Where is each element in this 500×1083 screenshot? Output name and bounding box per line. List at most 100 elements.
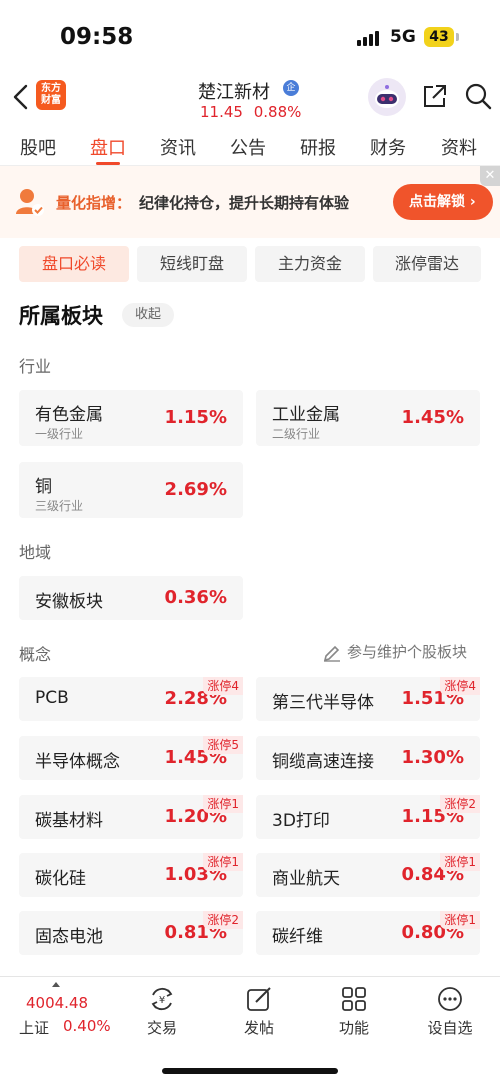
yuan-cycle-icon: ¥ — [151, 987, 173, 1011]
assistant-robot-icon[interactable] — [368, 78, 406, 116]
limit-up-badge: 涨停4 — [203, 677, 243, 695]
unlock-button[interactable]: 点击解锁 › — [393, 184, 493, 220]
tab-profile[interactable]: 资料 — [441, 134, 477, 160]
concept-name: 碳化硅 — [35, 869, 86, 889]
subtab-short-term[interactable]: 短线盯盘 — [137, 246, 247, 282]
price-value: 11.45 — [200, 103, 243, 121]
tab-finance[interactable]: 财务 — [370, 134, 406, 160]
index-name: 上证 — [19, 1019, 50, 1037]
subtab-main-funds[interactable]: 主力资金 — [255, 246, 365, 282]
industry-card[interactable]: 铜 三级行业 2.69% — [19, 462, 243, 518]
battery-tip — [456, 33, 459, 41]
sector-name: 工业金属 — [272, 405, 340, 425]
nav-trade[interactable]: ¥ 交易 — [132, 985, 192, 1045]
sub-tabs: 盘口必读 短线盯盘 主力资金 涨停雷达 — [0, 246, 500, 282]
grid-icon — [342, 987, 366, 1011]
concept-name: 第三代半导体 — [272, 693, 374, 713]
nav-label: 发帖 — [243, 1019, 274, 1037]
nav-label: 功能 — [338, 1019, 369, 1037]
limit-up-badge: 涨停5 — [203, 736, 243, 754]
concept-card[interactable]: 3D打印 1.15% 涨停2 — [256, 795, 480, 839]
main-tabs: 股吧 盘口 资讯 公告 研报 财务 资料 — [0, 124, 500, 166]
sector-level: 三级行业 — [35, 499, 84, 513]
edit-icon — [323, 645, 340, 662]
bottom-bar: 4004.48 上证 0.40% ¥ 交易 发帖 功能 设自选 — [0, 976, 500, 1083]
concept-card[interactable]: 碳基材料 1.20% 涨停1 — [19, 795, 243, 839]
index-value: 4004.48 — [26, 994, 89, 1012]
nav-label: 交易 — [146, 1019, 177, 1037]
banner-title: 量化指增： — [56, 194, 132, 212]
banner-close-button[interactable]: ✕ — [480, 166, 500, 186]
concept-name: 碳基材料 — [35, 811, 103, 831]
concept-name: 固态电池 — [35, 927, 103, 947]
battery-icon: 43 — [424, 27, 454, 47]
concept-card[interactable]: 第三代半导体 1.51% 涨停4 — [256, 677, 480, 721]
index-pct: 0.40% — [63, 1017, 111, 1035]
stock-header: 东方 财富 楚江新材 企 11.45 0.88% — [0, 72, 500, 124]
stock-name[interactable]: 楚江新材 — [198, 78, 270, 104]
region-label: 地域 — [19, 543, 52, 562]
status-bar: 09:58 5G 43 — [0, 0, 500, 72]
tab-research[interactable]: 研报 — [300, 134, 336, 160]
concept-name: PCB — [35, 688, 69, 708]
tab-pankou[interactable]: 盘口 — [90, 134, 126, 160]
stock-price: 11.45 0.88% — [200, 103, 301, 121]
collapse-button[interactable]: 收起 — [122, 303, 174, 327]
tab-announcements[interactable]: 公告 — [230, 134, 266, 160]
app-logo: 东方 财富 — [36, 80, 66, 110]
limit-up-badge: 涨停4 — [440, 677, 480, 695]
enterprise-badge: 企 — [283, 80, 299, 96]
nav-add-watchlist[interactable]: 设自选 — [420, 985, 480, 1045]
sector-name: 铜 — [35, 477, 52, 497]
concept-name: 3D打印 — [272, 811, 330, 831]
concept-label: 概念 — [19, 645, 52, 664]
nav-label: 设自选 — [427, 1019, 473, 1037]
region-card[interactable]: 安徽板块 0.36% — [19, 576, 243, 620]
limit-up-badge: 涨停2 — [203, 911, 243, 929]
industry-card[interactable]: 有色金属 一级行业 1.15% — [19, 390, 243, 446]
sector-level: 一级行业 — [35, 427, 84, 441]
sector-level: 二级行业 — [272, 427, 321, 441]
maintain-text: 参与维护个股板块 — [347, 643, 468, 661]
sector-name: 有色金属 — [35, 405, 103, 425]
home-indicator — [162, 1068, 338, 1074]
concept-name: 商业航天 — [272, 869, 340, 889]
concept-name: 铜缆高速连接 — [272, 752, 374, 772]
concept-card[interactable]: 半导体概念 1.45% 涨停5 — [19, 736, 243, 780]
back-arrow-icon[interactable] — [10, 82, 32, 112]
concept-card[interactable]: 商业航天 0.84% 涨停1 — [256, 853, 480, 897]
concept-card[interactable]: 铜缆高速连接 1.30% — [256, 736, 480, 780]
share-icon[interactable] — [421, 82, 449, 110]
concept-name: 半导体概念 — [35, 752, 120, 772]
limit-up-badge: 涨停1 — [203, 853, 243, 871]
limit-up-badge: 涨停1 — [440, 911, 480, 929]
active-tab-indicator — [96, 162, 120, 165]
subtab-must-read[interactable]: 盘口必读 — [19, 246, 129, 282]
svg-text:¥: ¥ — [159, 995, 165, 1006]
subtab-limit-up-radar[interactable]: 涨停雷达 — [373, 246, 481, 282]
expand-up-icon — [52, 982, 60, 987]
industry-card[interactable]: 工业金属 二级行业 1.45% — [256, 390, 480, 446]
nav-post[interactable]: 发帖 — [229, 985, 289, 1045]
compose-icon — [247, 987, 271, 1011]
status-time: 09:58 — [60, 24, 134, 50]
sector-name: 安徽板块 — [35, 592, 103, 612]
limit-up-badge: 涨停1 — [440, 853, 480, 871]
sector-pct: 1.45% — [401, 407, 464, 428]
industry-label: 行业 — [19, 357, 52, 376]
concept-card[interactable]: 碳纤维 0.80% 涨停1 — [256, 911, 480, 955]
promo-banner[interactable]: 量化指增： 纪律化持仓，提升长期持有体验 点击解锁 › — [0, 166, 500, 238]
concept-card[interactable]: 碳化硅 1.03% 涨停1 — [19, 853, 243, 897]
signal-icon — [357, 30, 385, 46]
tab-guba[interactable]: 股吧 — [20, 134, 56, 160]
concept-card[interactable]: 固态电池 0.81% 涨停2 — [19, 911, 243, 955]
concept-card[interactable]: PCB 2.28% 涨停4 — [19, 677, 243, 721]
more-dots-icon — [438, 987, 462, 1011]
search-icon[interactable] — [464, 82, 492, 110]
user-check-icon — [16, 189, 44, 216]
network-type: 5G — [390, 27, 416, 47]
tab-news[interactable]: 资讯 — [160, 134, 196, 160]
nav-functions[interactable]: 功能 — [324, 985, 384, 1045]
concept-name: 碳纤维 — [272, 927, 323, 947]
sector-pct: 1.15% — [164, 407, 227, 428]
